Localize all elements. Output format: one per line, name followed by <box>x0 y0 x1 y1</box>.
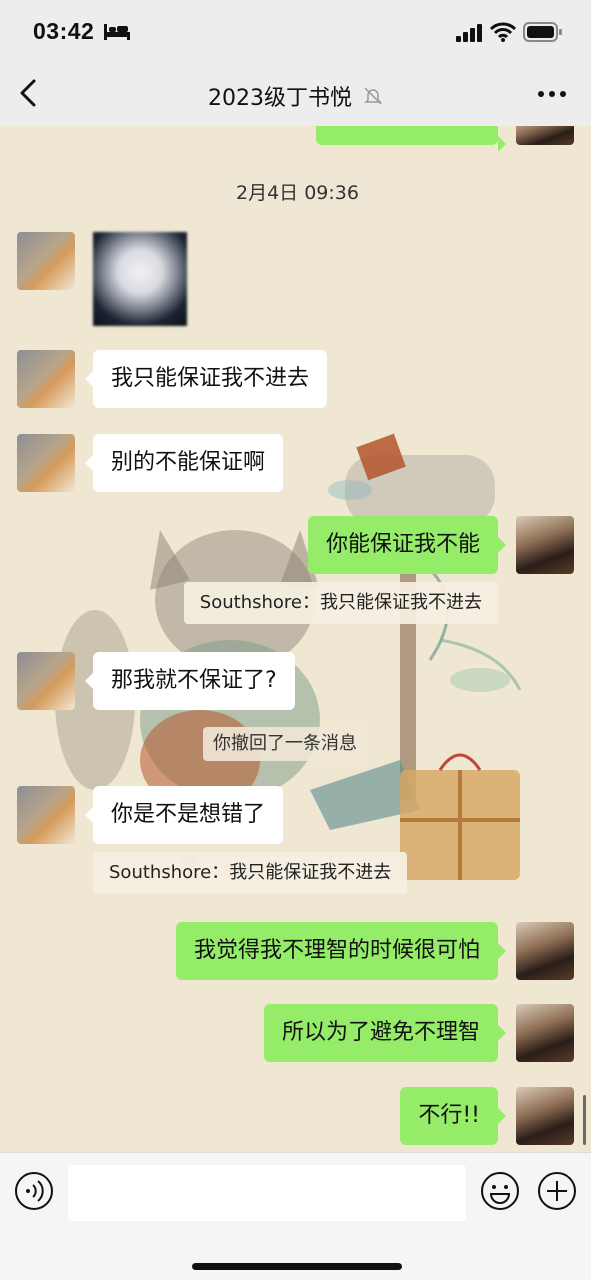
more-button[interactable] <box>536 86 568 102</box>
timestamp: 2月4日 09:36 <box>226 176 369 210</box>
message-list[interactable]: 2月4日 09:36 我只能保证我不进去 别的不能保证啊 你能保证我不能 Sou… <box>0 0 591 1280</box>
emoji-icon <box>481 1172 519 1210</box>
mute-bell-icon <box>364 87 382 105</box>
image-message[interactable] <box>93 232 187 326</box>
wifi-icon <box>490 22 516 42</box>
input-bar <box>0 1152 591 1280</box>
battery-icon <box>523 22 562 42</box>
message-bubble[interactable]: 我觉得我不理智的时候很可怕 <box>175 922 507 980</box>
recall-notice: 你撤回了一条消息 <box>203 727 367 761</box>
emoji-button[interactable] <box>480 1171 520 1215</box>
plus-button[interactable] <box>537 1171 577 1215</box>
bed-icon <box>104 24 130 40</box>
message-bubble[interactable]: 我只能保证我不进去 <box>84 350 328 408</box>
quoted-message[interactable]: Southshore：我只能保证我不进去 <box>93 852 408 894</box>
avatar-contact[interactable] <box>17 232 75 290</box>
home-indicator <box>192 1263 402 1270</box>
status-time: 03:42 <box>33 18 95 44</box>
avatar-self[interactable] <box>516 516 574 574</box>
message-bubble[interactable]: 那我就不保证了? <box>85 652 295 710</box>
message-bubble[interactable]: 你是不是想错了 <box>84 786 284 844</box>
scrollbar[interactable] <box>583 1095 586 1145</box>
message-bubble[interactable]: 不行!! <box>400 1087 506 1145</box>
plus-icon <box>538 1172 576 1210</box>
quoted-message[interactable]: Southshore：我只能保证我不进去 <box>183 582 498 624</box>
avatar-contact[interactable] <box>17 350 75 408</box>
voice-button[interactable] <box>14 1171 54 1215</box>
avatar-self[interactable] <box>516 922 574 980</box>
top-bar: 03:42 2023级丁书悦 <box>0 0 591 126</box>
avatar-self[interactable] <box>516 1004 574 1062</box>
message-bubble[interactable]: 别的不能保证啊 <box>84 434 284 492</box>
more-dots-icon <box>538 91 566 97</box>
avatar-contact[interactable] <box>17 652 75 710</box>
message-bubble[interactable]: 所以为了避免不理智 <box>263 1004 507 1062</box>
avatar-self[interactable] <box>516 1087 574 1145</box>
message-bubble[interactable]: 你能保证我不能 <box>307 516 507 574</box>
avatar-contact[interactable] <box>17 786 75 844</box>
chat-title-text: 2023级丁书悦 <box>208 86 352 111</box>
chat-title: 2023级丁书悦 <box>0 80 591 112</box>
avatar-contact[interactable] <box>17 434 75 492</box>
signal-icon <box>456 24 482 42</box>
voice-icon <box>15 1172 53 1210</box>
message-input[interactable] <box>68 1165 466 1221</box>
